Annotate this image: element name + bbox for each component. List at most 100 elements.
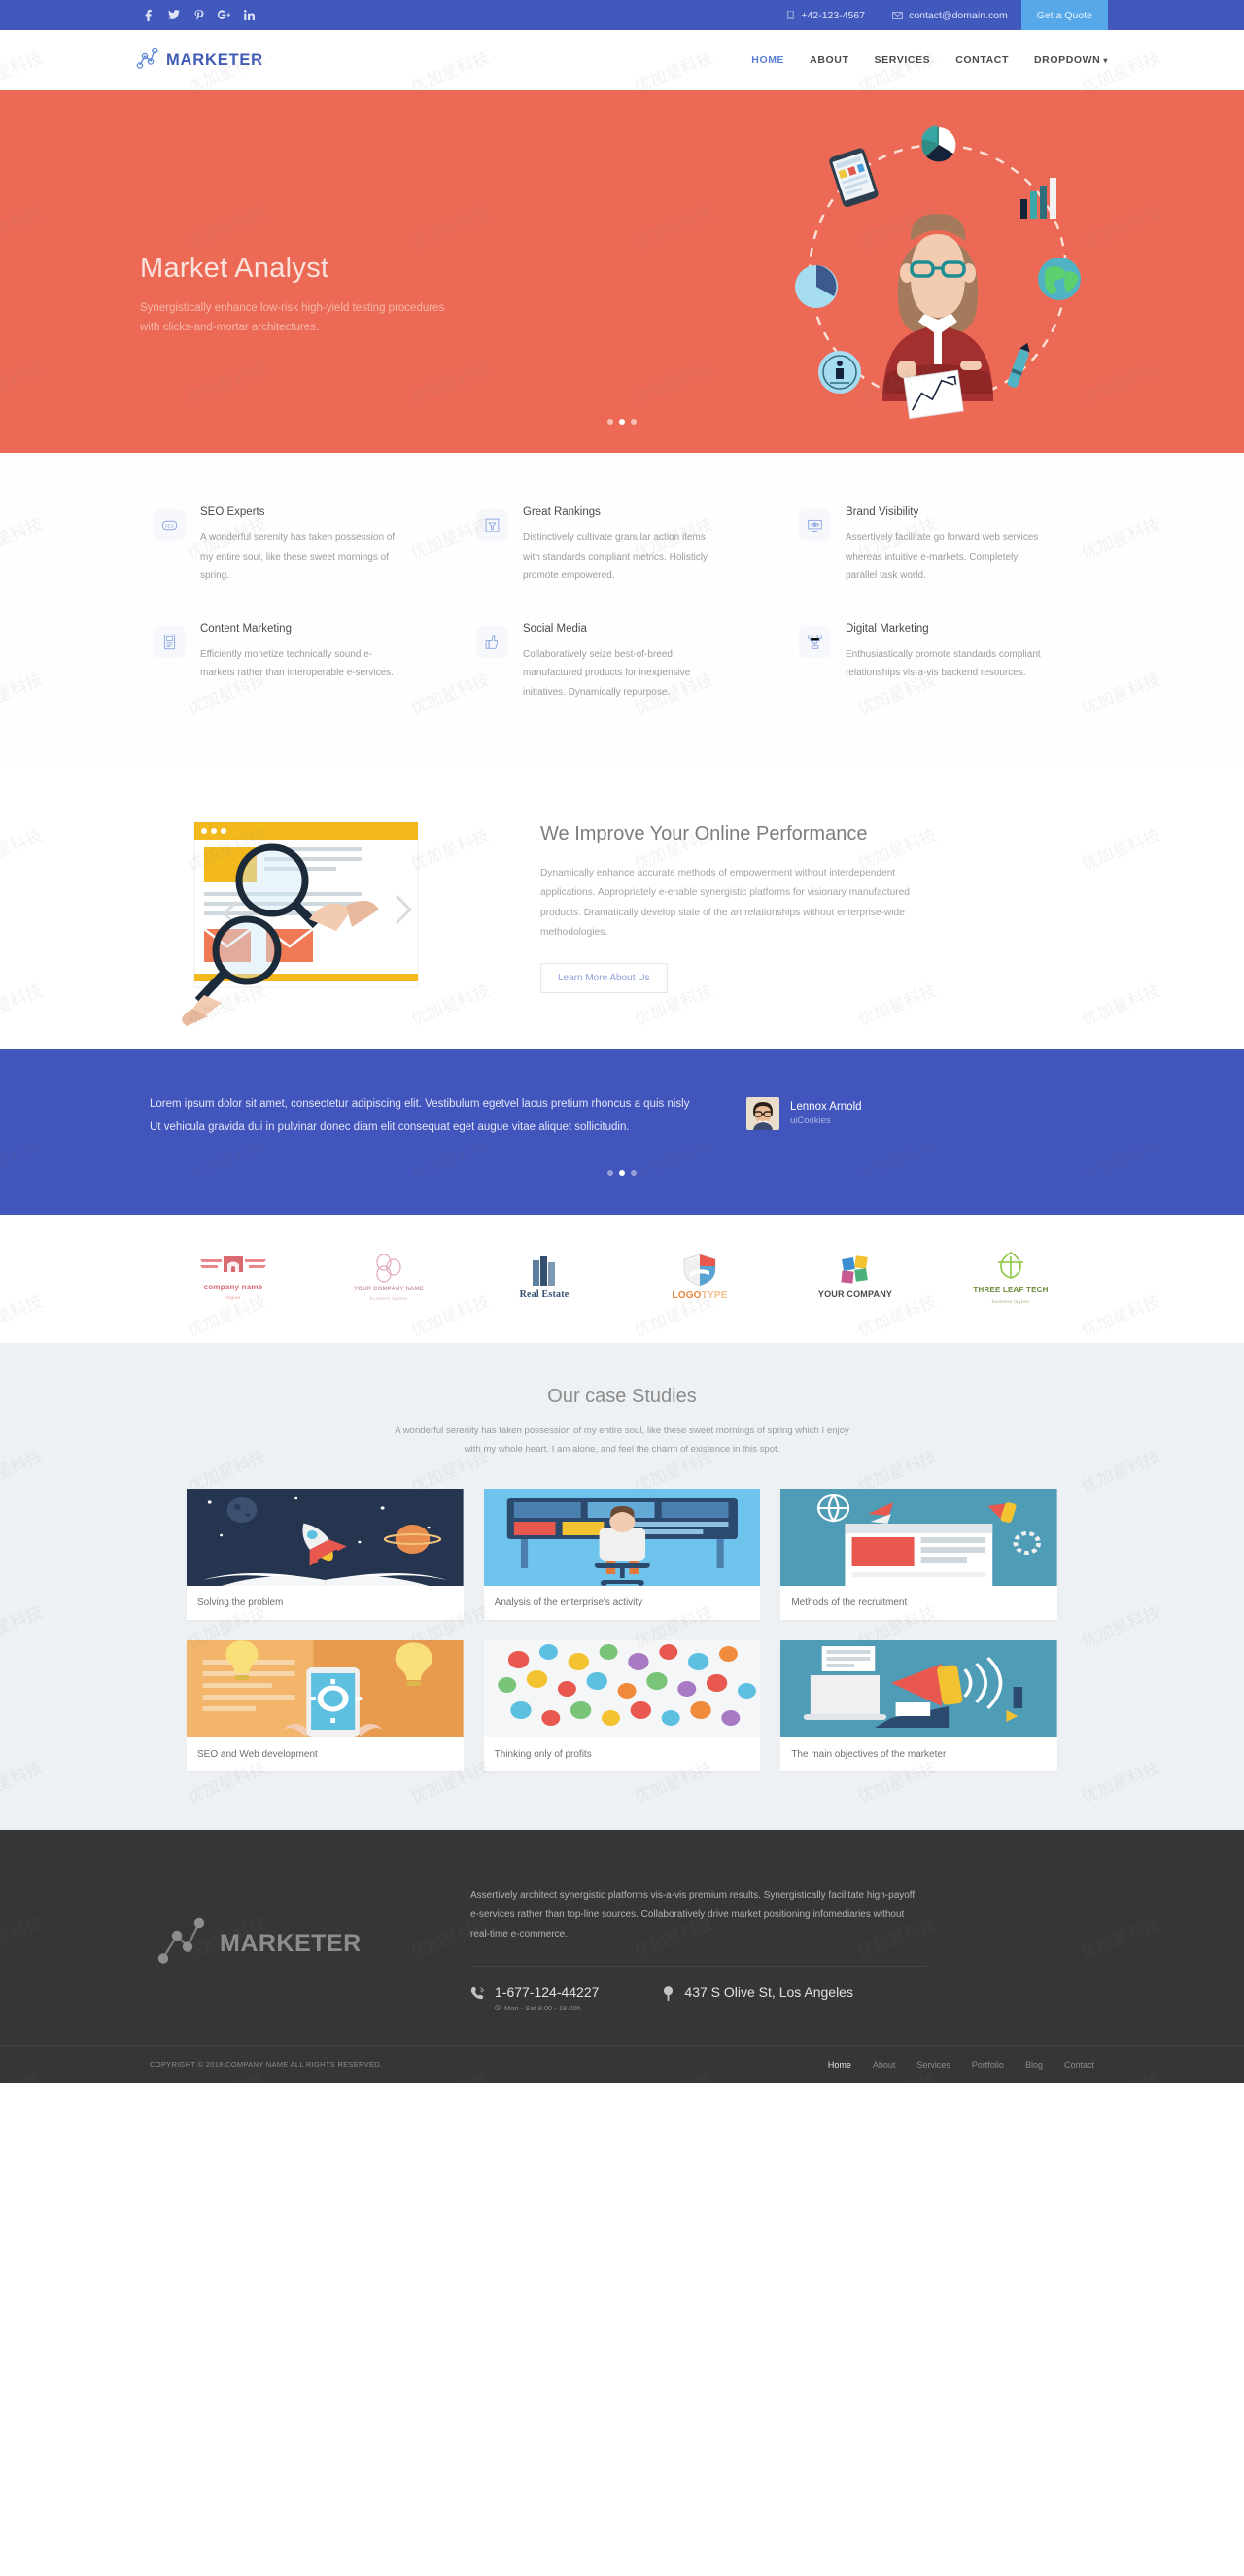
service-title: Brand Visibility bbox=[846, 506, 919, 518]
case-studies-grid: Solving the problem Analysis of the ente… bbox=[136, 1488, 1108, 1771]
brand-name: MARKETER bbox=[166, 51, 263, 69]
magnifier-analysis-illustration bbox=[136, 783, 525, 1026]
main-navbar: MARKETER HOME ABOUT SERVICES CONTACT DRO… bbox=[0, 30, 1244, 90]
footer-hours: Mon - Sat 8.00 - 18.00h bbox=[495, 2004, 599, 2012]
case-card-solving-the-problem[interactable]: Solving the problem bbox=[187, 1488, 464, 1620]
improve-text: Dynamically enhance accurate methods of … bbox=[540, 867, 910, 939]
footer-link-about[interactable]: About bbox=[873, 2060, 896, 2070]
nav-item-home[interactable]: HOME bbox=[751, 54, 784, 66]
testimonial-author: Lennox Arnold uiCookies bbox=[746, 1097, 862, 1131]
improve-section: We Improve Your Online Performance Dynam… bbox=[0, 762, 1244, 1049]
case-card-analysis-enterprise[interactable]: Analysis of the enterprise's activity bbox=[483, 1488, 761, 1620]
case-caption: Analysis of the enterprise's activity bbox=[494, 1597, 643, 1608]
client-logo-your-company-name[interactable]: YOUR COMPANY NAME business tagline bbox=[330, 1248, 447, 1306]
nav-item-services[interactable]: SERVICES bbox=[875, 54, 931, 66]
phone-icon bbox=[786, 11, 795, 19]
footer-address: 437 S Olive St, Los Angeles bbox=[684, 1983, 853, 2000]
service-card-brand-visibility[interactable]: Brand Visibility Assertively facilitate … bbox=[799, 506, 1090, 586]
services-grid: SEO SEO Experts A wonderful serenity has… bbox=[136, 506, 1108, 702]
service-card-content-marketing[interactable]: Content Marketing Efficiently monetize t… bbox=[154, 623, 445, 703]
client-label: Real Estate bbox=[519, 1288, 570, 1300]
testimonial-dot-2[interactable] bbox=[619, 1170, 625, 1177]
footer-phone-block[interactable]: 1-677-124-44227 Mon - Sat 8.00 - 18.00h bbox=[470, 1984, 599, 2012]
service-card-seo-experts[interactable]: SEO SEO Experts A wonderful serenity has… bbox=[154, 506, 445, 586]
case-card-thinking-only-of-profits[interactable]: Thinking only of profits bbox=[483, 1639, 761, 1771]
clock-icon bbox=[495, 2004, 501, 2012]
hero-dot-3[interactable] bbox=[631, 419, 637, 425]
linkedin-icon[interactable] bbox=[243, 10, 256, 20]
google-plus-icon[interactable] bbox=[218, 10, 230, 20]
case-card-main-objectives-marketer[interactable]: The main objectives of the marketer bbox=[780, 1639, 1057, 1771]
service-text: Assertively facilitate go forward web se… bbox=[846, 532, 1039, 581]
learn-more-about-us-button[interactable]: Learn More About Us bbox=[540, 962, 668, 993]
case-thumbnail-icon-cloud bbox=[483, 1639, 761, 1737]
topbar-email[interactable]: contact@domain.com bbox=[879, 0, 1021, 30]
footer-description: Assertively architect synergistic platfo… bbox=[470, 1889, 916, 1940]
testimonial-dot-1[interactable] bbox=[607, 1170, 613, 1177]
map-pin-icon bbox=[663, 1985, 674, 2003]
network-nodes-icon bbox=[799, 625, 831, 658]
case-thumbnail-analyst-desk bbox=[483, 1488, 761, 1586]
service-text: A wonderful serenity has taken possessio… bbox=[200, 532, 396, 581]
case-thumbnail-web-browser bbox=[780, 1488, 1057, 1586]
testimonial-name: Lennox Arnold bbox=[790, 1101, 862, 1114]
topbar-email-text: contact@domain.com bbox=[909, 9, 1008, 21]
client-logo-real-estate[interactable]: Real Estate bbox=[486, 1248, 603, 1306]
case-studies-section: Our case Studies A wonderful serenity ha… bbox=[0, 1343, 1244, 1830]
marketer-node-graph-icon bbox=[136, 46, 159, 76]
testimonial-role: uiCookies bbox=[790, 1116, 831, 1127]
service-title: Digital Marketing bbox=[846, 622, 929, 635]
nav-item-dropdown[interactable]: DROPDOWN ▾ bbox=[1034, 54, 1108, 66]
footer-brand-name: MARKETER bbox=[220, 1930, 362, 1958]
footer-divider bbox=[470, 1965, 927, 1967]
client-logo-your-company[interactable]: YOUR COMPANY bbox=[797, 1248, 914, 1306]
case-card-seo-web-development[interactable]: SEO and Web development bbox=[187, 1639, 464, 1771]
seo-badge-icon: SEO bbox=[154, 509, 186, 541]
get-a-quote-button[interactable]: Get a Quote bbox=[1020, 0, 1108, 30]
footer-link-blog[interactable]: Blog bbox=[1025, 2060, 1043, 2070]
chevron-down-icon: ▾ bbox=[1103, 56, 1108, 65]
client-logo-logotype[interactable]: LOGOTYPE bbox=[641, 1248, 758, 1306]
twitter-icon[interactable] bbox=[167, 10, 180, 20]
testimonial-slider-dots[interactable] bbox=[0, 1170, 1244, 1177]
hero-dot-2[interactable] bbox=[619, 419, 625, 425]
client-label: YOUR COMPANY NAME bbox=[354, 1286, 424, 1292]
nav-item-about[interactable]: ABOUT bbox=[810, 54, 848, 66]
pinterest-icon[interactable] bbox=[192, 9, 205, 21]
case-studies-subtitle: A wonderful serenity has taken possessio… bbox=[395, 1425, 849, 1456]
service-title: Great Rankings bbox=[523, 506, 601, 518]
topbar-phone-text: +42-123-4567 bbox=[801, 9, 866, 21]
service-card-digital-marketing[interactable]: Digital Marketing Enthusiastically promo… bbox=[799, 623, 1090, 703]
case-card-methods-recruitment[interactable]: Methods of the recruitment bbox=[780, 1488, 1057, 1620]
client-label: YOUR COMPANY bbox=[817, 1289, 893, 1300]
case-caption: Methods of the recruitment bbox=[791, 1597, 908, 1608]
footer-address-block[interactable]: 437 S Olive St, Los Angeles bbox=[663, 1984, 853, 2012]
footer-bottom-bar: COPYRIGHT © 2018.COMPANY NAME ALL RIGHTS… bbox=[0, 2044, 1244, 2083]
hero-dot-1[interactable] bbox=[607, 419, 613, 425]
footer-link-portfolio[interactable]: Portfolio bbox=[972, 2060, 1004, 2070]
page-root: +42-123-4567 contact@domain.com Get a Qu… bbox=[0, 0, 1244, 2083]
client-logo-three-leaf-tech[interactable]: THREE LEAF TECH business tagline bbox=[952, 1248, 1069, 1306]
topbar-phone[interactable]: +42-123-4567 bbox=[773, 0, 879, 30]
case-thumbnail-phone-bulbs bbox=[187, 1639, 464, 1737]
footer-link-home[interactable]: Home bbox=[828, 2060, 851, 2070]
footer-link-services[interactable]: Services bbox=[916, 2060, 950, 2070]
client-logo-company-name[interactable]: company name region bbox=[175, 1248, 292, 1306]
clients-row: company name region YOUR COMPANY NAME bu… bbox=[136, 1248, 1108, 1306]
service-card-social-media[interactable]: Social Media Collaboratively seize best-… bbox=[476, 623, 768, 703]
thumbs-up-icon bbox=[476, 625, 508, 658]
footer-link-contact[interactable]: Contact bbox=[1064, 2060, 1094, 2070]
testimonial-dot-3[interactable] bbox=[631, 1170, 637, 1177]
hero-slider[interactable]: Market Analyst Synergistically enhance l… bbox=[0, 90, 1244, 453]
facebook-icon[interactable] bbox=[142, 9, 155, 21]
nav-item-contact[interactable]: CONTACT bbox=[955, 54, 1009, 66]
service-card-great-rankings[interactable]: Great Rankings Distinctively cultivate g… bbox=[476, 506, 768, 586]
brand-logo-link[interactable]: MARKETER bbox=[136, 46, 263, 76]
nav-item-contact-label: CONTACT bbox=[955, 54, 1009, 66]
footer-phone: 1-677-124-44227 bbox=[495, 1983, 600, 2000]
case-caption: SEO and Web development bbox=[197, 1748, 318, 1760]
service-text: Enthusiastically promote standards compl… bbox=[846, 648, 1041, 679]
monitor-eye-icon bbox=[799, 509, 831, 541]
hero-slider-dots[interactable] bbox=[136, 419, 1108, 425]
nav-menu: HOME ABOUT SERVICES CONTACT DROPDOWN ▾ bbox=[751, 54, 1108, 66]
